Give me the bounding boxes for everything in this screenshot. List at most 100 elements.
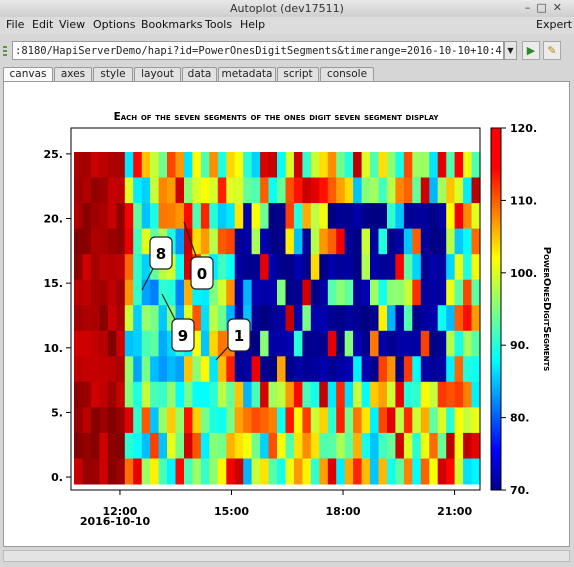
heatmap-cell (310, 279, 320, 306)
heatmap-cell (158, 381, 168, 408)
tab-layout[interactable]: layout (134, 67, 181, 81)
menu-help[interactable]: Help (240, 18, 265, 31)
heatmap-cell (150, 203, 160, 230)
heatmap-cell (209, 152, 219, 178)
heatmap-cell (285, 381, 295, 408)
heatmap-cell (454, 432, 464, 459)
url-input[interactable]: :8180/HapiServerDemo/hapi?id=PowerOnesDi… (12, 41, 504, 60)
heatmap-cell (293, 432, 303, 459)
heatmap-cell (133, 279, 143, 306)
window-controls[interactable]: –□✕ (525, 1, 568, 14)
heatmap-cell (251, 279, 261, 306)
heatmap-cell (209, 177, 219, 204)
colorbar-tick-label: 100. (510, 267, 537, 280)
heatmap-cell (327, 279, 337, 306)
chevron-down-icon[interactable]: ▼ (504, 41, 517, 60)
heatmap-cell (234, 177, 244, 204)
heatmap-cell (133, 203, 143, 230)
heatmap-cell (395, 203, 405, 230)
heatmap-cell (260, 407, 270, 434)
heatmap-cell (243, 432, 253, 459)
heatmap-cell (99, 407, 109, 434)
heatmap-cell (90, 381, 100, 408)
heatmap-cell (310, 381, 320, 408)
heatmap-cell (82, 177, 92, 204)
drag-grip-icon[interactable] (3, 46, 7, 56)
close-icon[interactable]: ✕ (553, 1, 568, 14)
heatmap-cell (387, 458, 397, 485)
heatmap-cell (124, 458, 134, 485)
heatmap-cell (327, 228, 337, 255)
minimize-icon[interactable]: – (525, 1, 537, 14)
tab-data[interactable]: data (182, 67, 217, 81)
heatmap-cell (133, 356, 143, 383)
heatmap-cell (116, 254, 126, 281)
title-bar: Autoplot (dev17511) –□✕ (0, 0, 574, 18)
plot-canvas[interactable]: Each of the seven segments of the ones d… (4, 82, 569, 546)
menu-tools[interactable]: Tools (205, 18, 232, 31)
heatmap-cell (429, 407, 439, 434)
heatmap-cell (302, 458, 312, 485)
heatmap-cell (251, 228, 261, 255)
heatmap-cell (107, 458, 117, 485)
menu-bookmarks[interactable]: Bookmarks (141, 18, 202, 31)
heatmap-cell (353, 458, 363, 485)
heatmap-cell (437, 330, 447, 357)
play-icon[interactable]: ▶ (522, 41, 540, 60)
heatmap-cell (150, 407, 160, 434)
menu-options[interactable]: Options (93, 18, 135, 31)
tab-canvas[interactable]: canvas (3, 67, 53, 82)
heatmap-cell (175, 407, 185, 434)
heatmap-cell (116, 177, 126, 204)
heatmap-cell (387, 356, 397, 383)
heatmap-cell (251, 254, 261, 281)
heatmap-cell (285, 330, 295, 357)
heatmap-cell (234, 228, 244, 255)
heatmap-cell (446, 152, 456, 178)
heatmap-cell (226, 407, 236, 434)
heatmap-cell (336, 203, 346, 230)
heatmap-cell (90, 279, 100, 306)
heatmap-cell (344, 254, 354, 281)
heatmap-cell (378, 254, 388, 281)
heatmap-cell (302, 203, 312, 230)
heatmap-cell (209, 356, 219, 383)
heatmap-cell (446, 305, 456, 332)
heatmap-cell (175, 177, 185, 204)
tab-axes[interactable]: axes (54, 67, 92, 81)
heatmap-cell (268, 152, 278, 178)
heatmap-cell (217, 203, 227, 230)
heatmap-cell (353, 432, 363, 459)
heatmap-cell (200, 152, 210, 178)
heatmap-cell (454, 203, 464, 230)
tab-metadata[interactable]: metadata (218, 67, 276, 81)
heatmap-cell (412, 330, 422, 357)
heatmap-cell (378, 432, 388, 459)
menu-file[interactable]: File (6, 18, 24, 31)
menu-expert[interactable]: Expert (536, 18, 572, 31)
heatmap-cell (336, 152, 346, 178)
menu-view[interactable]: View (59, 18, 85, 31)
heatmap-cell (133, 330, 143, 357)
heatmap-cell (471, 381, 481, 408)
maximize-icon[interactable]: □ (536, 1, 552, 14)
heatmap-cell (471, 279, 481, 306)
heatmap-cell (251, 330, 261, 357)
heatmap-cell (150, 152, 160, 178)
heatmap-cell (454, 381, 464, 408)
tab-console[interactable]: console (320, 67, 374, 81)
heatmap-cell (319, 305, 329, 332)
heatmap-cell (74, 177, 84, 204)
tab-script[interactable]: script (277, 67, 319, 81)
bookmark-icon[interactable]: ✎ (543, 41, 561, 60)
heatmap-cell (471, 152, 481, 178)
heatmap-cell (260, 254, 270, 281)
menu-edit[interactable]: Edit (32, 18, 53, 31)
heatmap-cell (107, 279, 117, 306)
heatmap-cell (285, 279, 295, 306)
heatmap-cell (403, 177, 413, 204)
heatmap-cell (353, 152, 363, 178)
heatmap-cell (370, 407, 380, 434)
tab-style[interactable]: style (93, 67, 133, 81)
heatmap-cell (454, 254, 464, 281)
